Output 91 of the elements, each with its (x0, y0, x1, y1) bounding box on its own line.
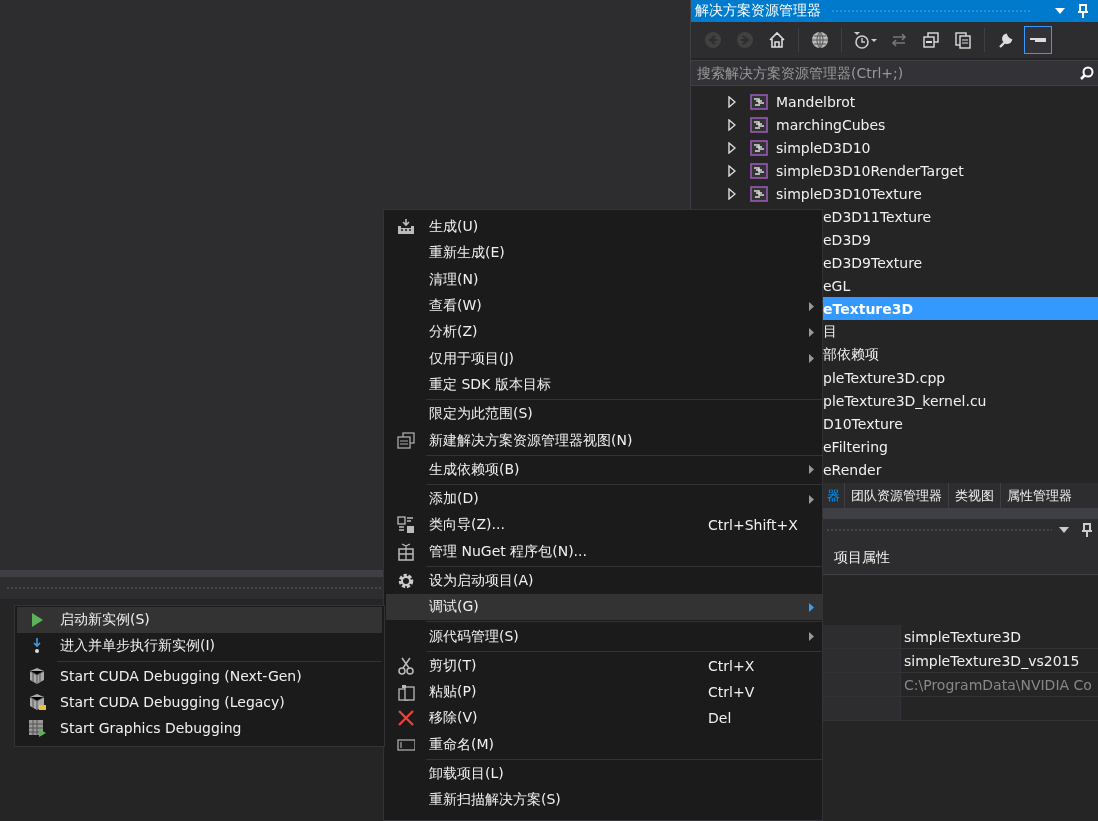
menu-item[interactable]: 新建解决方案资源管理器视图(N) (386, 427, 822, 454)
tree-item[interactable]: simpleD3D10RenderTarget (776, 162, 964, 179)
expand-arrow-icon[interactable] (728, 187, 736, 200)
wizard-icon (397, 516, 415, 535)
menu-item[interactable]: 限定为此范围(S) (386, 401, 822, 428)
tree-item[interactable]: eGL (823, 277, 851, 294)
menu-item[interactable]: 重定 SDK 版本目标 (386, 371, 822, 399)
menu-item[interactable]: 源代码管理(S) (386, 623, 822, 650)
project-icon (750, 93, 768, 110)
menu-item[interactable]: 卸载项目(L) (386, 760, 822, 788)
search-icon[interactable] (1080, 66, 1094, 80)
grid-play-icon (28, 719, 46, 738)
menu-item[interactable]: 重新生成(E) (386, 240, 822, 267)
menu-item[interactable]: Start Graphics Debugging (17, 715, 382, 742)
expand-arrow-icon[interactable] (728, 95, 736, 108)
menu-item[interactable]: Start CUDA Debugging (Legacy) (17, 688, 382, 716)
expand-arrow-icon[interactable] (728, 164, 736, 177)
menu-item[interactable]: 调试(G) (386, 594, 822, 621)
scissors-icon (397, 656, 415, 675)
project-icon (750, 162, 768, 179)
pages-icon (954, 31, 972, 49)
menu-item[interactable]: 重新扫描解决方案(S) (386, 787, 822, 814)
submenu-arrow-icon (808, 465, 814, 475)
tree-item[interactable]: eD3D11Texture (823, 208, 932, 225)
menu-item[interactable]: 分析(Z) (386, 319, 822, 346)
menu-item[interactable]: 粘贴(P) Ctrl+V (386, 679, 822, 706)
wrench-icon (997, 31, 1015, 49)
windows-icon (922, 31, 940, 49)
menu-item[interactable]: 剪切(T) Ctrl+X (386, 652, 822, 680)
menu-item[interactable]: 生成依赖项(B) (386, 456, 822, 483)
cube-icon (28, 693, 46, 712)
cube-icon (28, 666, 46, 685)
gear-icon (397, 572, 415, 590)
menu-item[interactable]: 添加(D) (386, 485, 822, 513)
tree-item[interactable]: pleTexture3D_kernel.cu (823, 392, 987, 409)
tree-item[interactable]: 部依赖项 (823, 345, 879, 364)
tree-item[interactable]: eRender (823, 461, 882, 478)
submenu-arrow-icon (808, 327, 814, 337)
toolbar-button[interactable] (1024, 26, 1052, 54)
search-input[interactable]: 搜索解决方案资源管理器(Ctrl+;) (691, 64, 1080, 82)
home-icon (768, 31, 786, 49)
tree-item[interactable]: simpleD3D10Texture (776, 185, 922, 202)
menu-item[interactable]: 移除(V) Del (386, 705, 822, 732)
clipboard-icon (397, 683, 415, 702)
menu-item[interactable]: 生成(U) (386, 214, 822, 241)
tray-arrow-icon (397, 218, 415, 237)
tree-item[interactable]: D10Texture (823, 415, 903, 432)
clock-icon (852, 31, 878, 49)
tree-item[interactable]: eFiltering (823, 438, 888, 455)
tree-item[interactable]: pleTexture3D.cpp (823, 369, 946, 386)
tree-item[interactable]: 目 (823, 322, 837, 341)
globe-icon (811, 31, 829, 49)
package-icon (397, 542, 415, 561)
tree-item[interactable]: simpleD3D10 (776, 139, 871, 156)
expand-arrow-icon[interactable] (728, 118, 736, 131)
dropdown-icon[interactable] (1058, 526, 1070, 534)
property-value: C:\ProgramData\NVIDIA Co (900, 673, 1098, 696)
tree-item[interactable]: eD3D9 (823, 231, 871, 248)
menu-item[interactable]: 重命名(M) (386, 731, 822, 758)
panel-title: 解决方案资源管理器 (695, 2, 821, 20)
menu-item[interactable]: 启动新实例(S) (17, 607, 382, 634)
submenu-arrow-icon (808, 494, 814, 504)
swap-arrows-icon (890, 31, 908, 49)
menu-item[interactable]: 进入并单步执行新实例(I) (17, 633, 382, 660)
menu-item[interactable]: 类向导(Z)... Ctrl+Shift+X (386, 512, 822, 539)
menu-item[interactable]: 仅用于项目(J) (386, 345, 822, 372)
submenu-arrow-icon (808, 301, 814, 311)
project-icon (750, 116, 768, 133)
tree-item[interactable]: eD3D9Texture (823, 254, 923, 271)
windows-icon (397, 431, 415, 450)
cross-icon (397, 709, 415, 728)
property-value: simpleTexture3D_vs2015 (900, 649, 1098, 672)
dropdown-icon[interactable] (1054, 7, 1066, 15)
project-icon (750, 185, 768, 202)
menu-item[interactable]: 设为启动项目(A) (386, 567, 822, 595)
expand-arrow-icon[interactable] (728, 141, 736, 154)
menu-item[interactable]: 清理(N) (386, 266, 822, 293)
item-label: eTexture3D (823, 300, 914, 317)
submenu-arrow-icon (808, 354, 814, 364)
menu-item[interactable]: Start CUDA Debugging (Next-Gen) (17, 662, 382, 689)
minus-bar-icon (1030, 38, 1046, 42)
tree-item[interactable]: Mandelbrot (776, 93, 856, 110)
tree-item[interactable]: marchingCubes (776, 116, 886, 133)
search-field[interactable]: 搜索解决方案资源管理器(Ctrl+;) (691, 60, 1098, 86)
project-icon (750, 139, 768, 156)
submenu-arrow-icon (808, 602, 814, 612)
menu-item[interactable]: 管理 NuGet 程序包(N)... (386, 538, 822, 565)
submenu-arrow-icon (808, 632, 814, 642)
property-pages-label: 项目属性 (834, 548, 890, 567)
pin-icon[interactable] (1082, 523, 1092, 537)
property-value: simpleTexture3D (900, 625, 1098, 648)
